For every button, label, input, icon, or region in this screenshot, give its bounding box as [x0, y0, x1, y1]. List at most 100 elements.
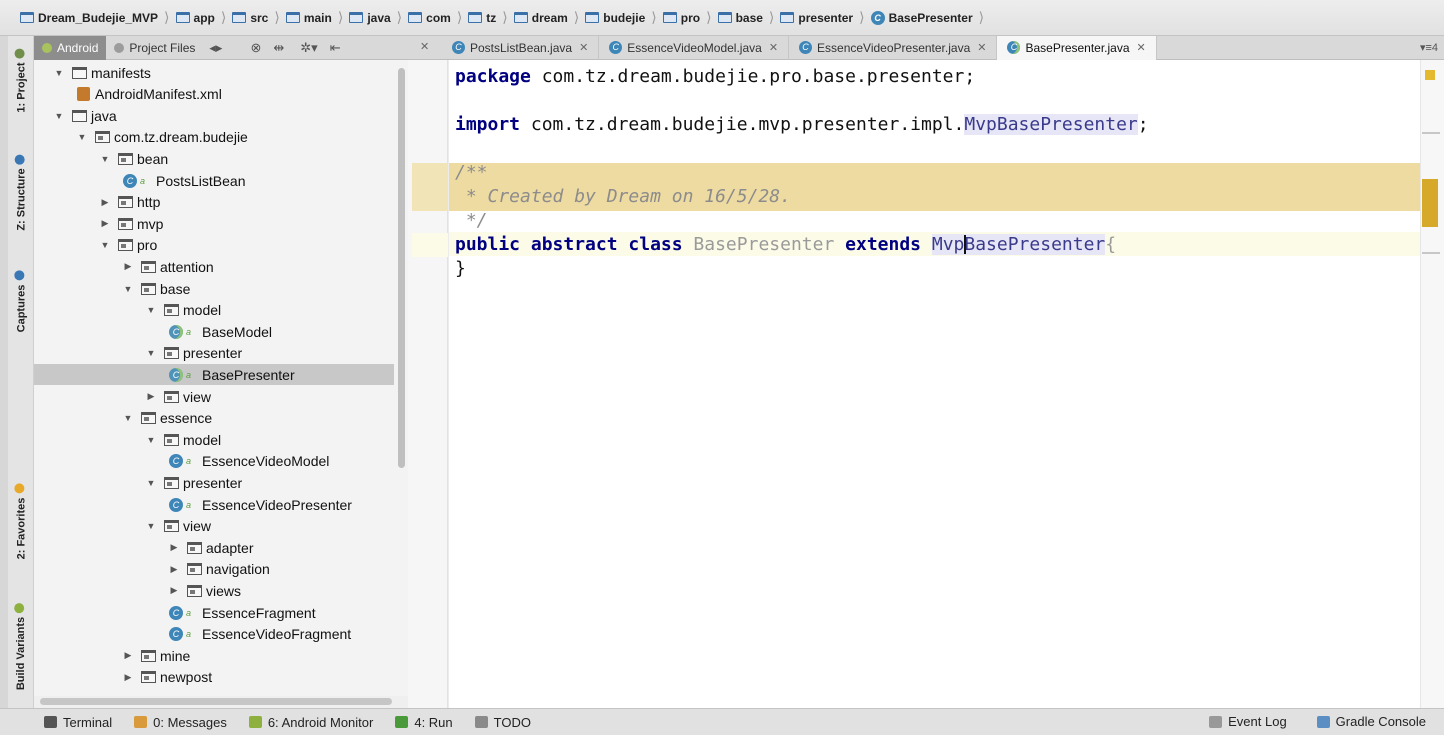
expanded-arrow-icon[interactable]: ▼: [100, 240, 110, 250]
breadcrumb-item[interactable]: C BasePresenter ⟩: [870, 6, 991, 30]
close-icon[interactable]: ✕: [977, 41, 986, 54]
close-icon[interactable]: ✕: [769, 41, 778, 54]
tree-item[interactable]: Ca EssenceVideoFragment: [34, 624, 394, 645]
tool-window-button[interactable]: 0: Messages: [134, 715, 227, 730]
tool-structure-button[interactable]: Z: Structure: [8, 144, 34, 240]
tree-item[interactable]: ▶ http: [34, 192, 394, 213]
breadcrumb-item[interactable]: java ⟩: [349, 6, 408, 30]
expanded-arrow-icon[interactable]: ▼: [146, 435, 156, 445]
breadcrumb-item[interactable]: dream ⟩: [513, 6, 586, 30]
tree-item[interactable]: Ca EssenceVideoModel: [34, 451, 394, 472]
collapsed-arrow-icon[interactable]: ▶: [123, 261, 133, 272]
tree-item[interactable]: AndroidManifest.xml: [34, 84, 394, 105]
breadcrumb-item[interactable]: base ⟩: [717, 6, 781, 30]
tree-item[interactable]: ▼ java: [34, 105, 394, 126]
tool-favorites-button[interactable]: 2: Favorites: [8, 476, 34, 566]
expanded-arrow-icon[interactable]: ▼: [54, 68, 64, 78]
collapsed-arrow-icon[interactable]: ▶: [100, 218, 110, 229]
collapsed-arrow-icon[interactable]: ▶: [123, 672, 133, 683]
tree-item[interactable]: ▼ presenter: [34, 472, 394, 493]
tree-item[interactable]: ▶ mvp: [34, 213, 394, 234]
tool-build-variants-button[interactable]: Build Variants: [8, 596, 34, 696]
tool-window-button[interactable]: Event Log: [1209, 714, 1287, 729]
tree-item[interactable]: ▼ manifests: [34, 62, 394, 83]
breadcrumb-item[interactable]: Dream_Budejie_MVP ⟩: [20, 6, 176, 30]
collapsed-arrow-icon[interactable]: ▶: [169, 542, 179, 553]
tree-horizontal-scrollbar[interactable]: [34, 696, 408, 708]
tree-item[interactable]: ▶ attention: [34, 256, 394, 277]
expanded-arrow-icon[interactable]: ▼: [77, 132, 87, 142]
tree-item[interactable]: ▼ model: [34, 429, 394, 450]
tree-item[interactable]: ▼ bean: [34, 148, 394, 169]
tab-base-presenter[interactable]: C BasePresenter.java ✕: [997, 35, 1157, 60]
tool-window-button[interactable]: 4: Run: [395, 715, 453, 730]
tab-essence-video-presenter[interactable]: C EssenceVideoPresenter.java ✕: [789, 35, 998, 60]
tool-window-button[interactable]: 6: Android Monitor: [248, 715, 373, 730]
tree-item[interactable]: ▼ essence: [34, 408, 394, 429]
tree-item[interactable]: ▼ model: [34, 300, 394, 321]
tool-window-button[interactable]: Terminal: [44, 715, 112, 730]
collapse-icon[interactable]: ⇹: [273, 40, 284, 56]
expanded-arrow-icon[interactable]: ▼: [146, 521, 156, 531]
tree-item[interactable]: ▶ navigation: [34, 559, 394, 580]
tree-item[interactable]: Ca PostsListBean: [34, 170, 394, 191]
scrollbar-thumb[interactable]: [398, 68, 405, 468]
collapsed-arrow-icon[interactable]: ▶: [169, 564, 179, 575]
tab-android-view[interactable]: Android: [34, 35, 107, 60]
tree-item[interactable]: ▼ pro: [34, 235, 394, 256]
tree-vertical-scrollbar[interactable]: [394, 60, 408, 698]
tool-window-button[interactable]: Gradle Console: [1316, 714, 1426, 729]
collapsed-arrow-icon[interactable]: ▶: [169, 585, 179, 596]
expanded-arrow-icon[interactable]: ▼: [100, 154, 110, 164]
close-icon[interactable]: ✕: [1137, 41, 1146, 54]
expanded-arrow-icon[interactable]: ▼: [146, 305, 156, 315]
sync-icon[interactable]: ⊗: [250, 40, 261, 56]
collapsed-arrow-icon[interactable]: ▶: [123, 650, 133, 661]
inspection-status-icon[interactable]: [1425, 70, 1435, 80]
breadcrumb-item[interactable]: tz ⟩: [468, 6, 513, 30]
tab-essence-video-model[interactable]: C EssenceVideoModel.java ✕: [599, 35, 790, 60]
error-stripe[interactable]: [1420, 60, 1444, 708]
stripe-mark[interactable]: [1422, 132, 1440, 134]
tree-item[interactable]: ▶ view: [34, 386, 394, 407]
tree-item[interactable]: ▶ views: [34, 580, 394, 601]
code-editor[interactable]: package com.tz.dream.budejie.pro.base.pr…: [449, 60, 1420, 708]
tool-window-button[interactable]: TODO: [474, 715, 531, 730]
tab-posts-list-bean[interactable]: C PostsListBean.java ✕: [442, 35, 600, 60]
tree-item[interactable]: ▶ adapter: [34, 537, 394, 558]
breadcrumb-item[interactable]: src ⟩: [232, 6, 286, 30]
tree-item[interactable]: Ca EssenceFragment: [34, 602, 394, 623]
breadcrumb-item[interactable]: app ⟩: [175, 6, 233, 30]
breadcrumb-item[interactable]: pro ⟩: [662, 6, 718, 30]
close-icon[interactable]: ✕: [579, 41, 588, 54]
expanded-arrow-icon[interactable]: ▼: [123, 284, 133, 294]
breadcrumb-item[interactable]: presenter ⟩: [780, 6, 870, 30]
tree-item[interactable]: ▼ base: [34, 278, 394, 299]
tree-item[interactable]: ▶ newpost: [34, 667, 394, 688]
tree-item[interactable]: Ca BaseModel: [34, 321, 394, 342]
expanded-arrow-icon[interactable]: ▼: [146, 478, 156, 488]
close-hidden-tab-icon[interactable]: ✕: [420, 40, 429, 53]
tree-item[interactable]: Ca BasePresenter: [34, 364, 394, 386]
breadcrumb-item[interactable]: budejie ⟩: [585, 6, 662, 30]
stripe-mark[interactable]: [1422, 252, 1440, 254]
scrollbar-thumb[interactable]: [40, 698, 392, 705]
tree-item[interactable]: ▼ view: [34, 516, 394, 537]
tree-item[interactable]: ▶ mine: [34, 645, 394, 666]
tool-project-button[interactable]: 1: Project: [8, 40, 34, 120]
expanded-arrow-icon[interactable]: ▼: [146, 348, 156, 358]
gear-icon[interactable]: ✲▾: [300, 40, 317, 56]
tab-scroll-icon[interactable]: ◂▸: [209, 40, 222, 56]
breadcrumb-item[interactable]: com ⟩: [408, 6, 468, 30]
tab-project-files[interactable]: Project Files: [106, 36, 203, 60]
tool-captures-button[interactable]: Captures: [8, 261, 34, 341]
tree-item[interactable]: Ca EssenceVideoPresenter: [34, 494, 394, 515]
expanded-arrow-icon[interactable]: ▼: [54, 111, 64, 121]
collapsed-arrow-icon[interactable]: ▶: [146, 391, 156, 402]
tree-item[interactable]: ▼ com.tz.dream.budejie: [34, 127, 394, 148]
stripe-warning-mark[interactable]: [1422, 179, 1438, 227]
hide-panel-icon[interactable]: ⇤: [330, 40, 341, 56]
tab-list-menu-icon[interactable]: ▾≡4: [1420, 41, 1438, 54]
breadcrumb-item[interactable]: main ⟩: [285, 6, 349, 30]
expanded-arrow-icon[interactable]: ▼: [123, 413, 133, 423]
